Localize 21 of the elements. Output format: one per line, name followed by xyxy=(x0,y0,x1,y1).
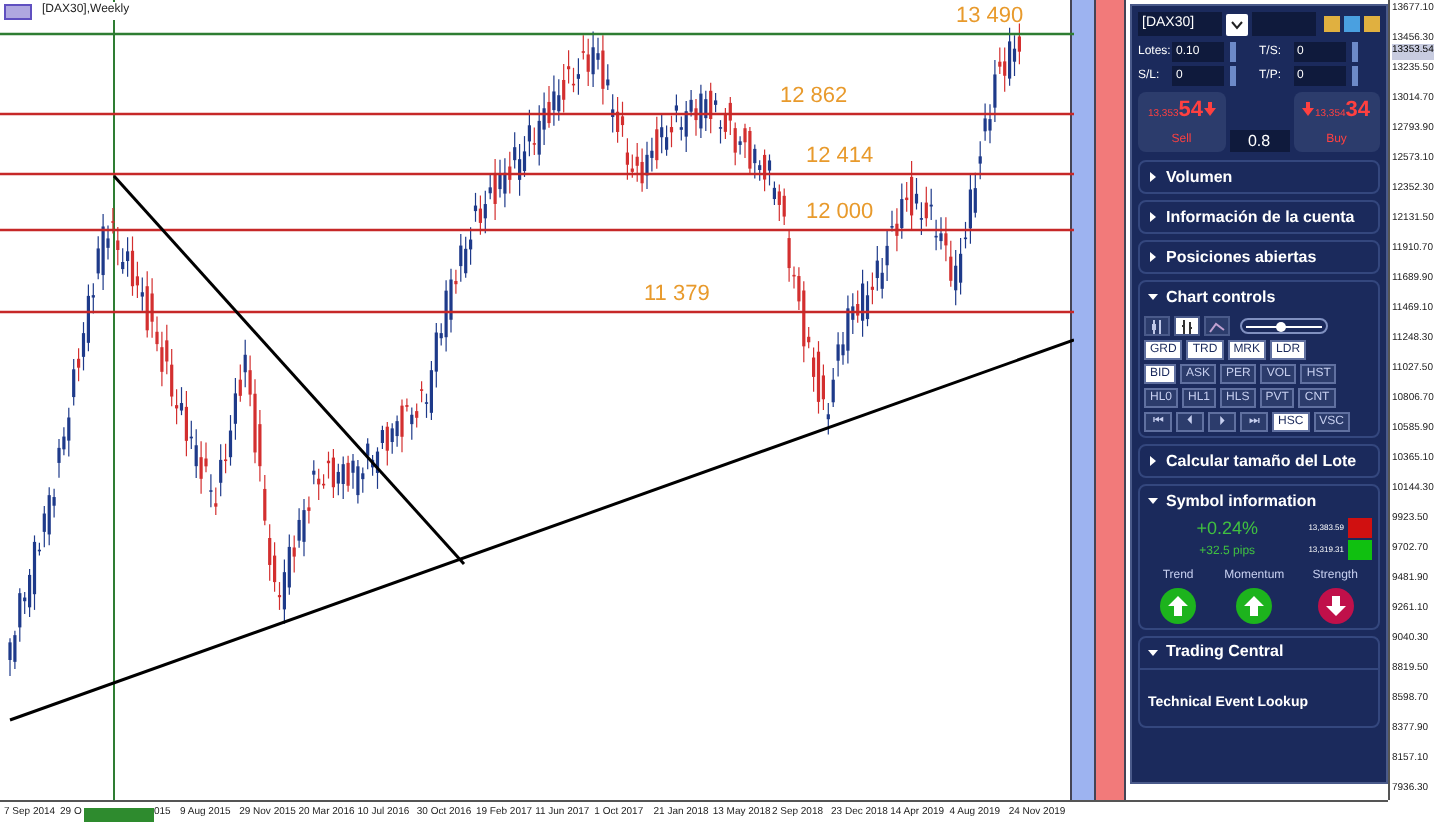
level-label: 12 862 xyxy=(780,84,848,108)
section-title: Chart controls xyxy=(1166,285,1276,309)
section-header[interactable]: Información de la cuenta xyxy=(1140,202,1378,232)
change-percent: +0.24% xyxy=(1196,516,1258,542)
spread-value: 0.8 xyxy=(1229,130,1289,152)
section-title: Symbol information xyxy=(1166,489,1317,513)
section-title: Información de la cuenta xyxy=(1166,205,1355,229)
section-title: Posiciones abiertas xyxy=(1166,245,1317,269)
section-header[interactable]: Chart controls xyxy=(1140,282,1378,312)
section-title: Volumen xyxy=(1166,165,1233,189)
section-header[interactable]: Posiciones abiertas xyxy=(1140,242,1378,272)
level-label: 13 490 xyxy=(956,4,1024,28)
section-header[interactable]: Volumen xyxy=(1140,162,1378,192)
section-title: Calcular tamaño del Lote xyxy=(1166,449,1357,473)
level-label: 11 379 xyxy=(644,282,710,306)
section-header[interactable]: Trading Central xyxy=(1140,637,1378,667)
level-label: 12 414 xyxy=(806,144,874,168)
section-header[interactable]: Calcular tamaño del Lote xyxy=(1140,446,1378,476)
level-label: 12 000 xyxy=(806,200,874,224)
section-header[interactable]: Symbol information xyxy=(1140,486,1378,516)
section-title: Trading Central xyxy=(1166,640,1284,664)
